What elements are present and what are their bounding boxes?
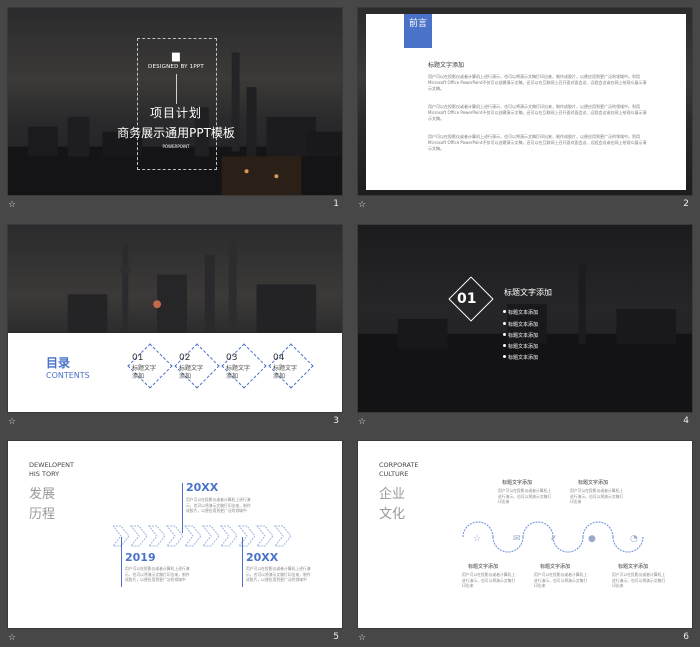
pie-icon: ◔: [630, 534, 638, 544]
content-card: 前言 标题文字添加 用户可以在投影仪或者计算机上进行演示，也可以将演示文稿打印出…: [366, 14, 686, 190]
culture-heading-en: CORPORATE CULTURE: [379, 461, 419, 478]
year-label: 2019: [125, 551, 156, 564]
slide-subtitle: 商务展示通用PPT模板: [117, 126, 235, 140]
slide-thumb-1[interactable]: ▆ DESIGNED BY 1PPT 项目计划 商务展示通用PPT模板 POWE…: [7, 7, 343, 214]
slide-small-caption: POWERPOINT: [162, 144, 190, 149]
star-outline-icon[interactable]: ☆: [358, 417, 366, 427]
culture-heading: 企业 文化: [379, 487, 406, 522]
slide-number: 1: [333, 199, 339, 209]
slide-canvas: DEWELOPENT HIS TORY 发展 历程 20XX 用户可以在投影仪或者计…: [7, 440, 343, 629]
history-heading-en: DEWELOPENT HIS TORY: [29, 461, 75, 478]
contents-band: 目录 CONTENTS 01 标题文字 添加 02 标题文字 添加 03 标题文字添…: [8, 333, 342, 412]
item-label: 标题文字 添加: [273, 365, 298, 380]
designed-by-label: DESIGNED BY 1PPT: [148, 64, 204, 70]
history-heading: 发展 历程: [29, 487, 56, 522]
section-title: 标题文字添加: [504, 288, 552, 297]
culture-text: 用户可以在投影仪或者计算机上进行演示，也可以将演示文稿打印出来: [498, 488, 552, 504]
slide-canvas: ▆ DESIGNED BY 1PPT 项目计划 商务展示通用PPT模板 POWE…: [7, 7, 343, 196]
slide-number: 3: [333, 416, 339, 426]
contents-heading-en: CONTENTS: [46, 371, 90, 380]
bullet-item: 标题文本添加: [502, 310, 539, 316]
mail-icon: ✉: [513, 534, 521, 544]
culture-title: 标题文字添加: [468, 564, 499, 570]
culture-text: 用户可以在投影仪或者计算机上进行演示，也可以将演示文稿打印出来: [570, 488, 624, 504]
culture-title: 标题文字添加: [578, 480, 609, 486]
timeline-arrows: [113, 525, 292, 547]
star-outline-icon[interactable]: ☆: [8, 417, 16, 427]
check-icon: ✓: [550, 534, 558, 544]
year-label: 20XX: [186, 481, 219, 494]
slide-canvas: 01 标题文字添加 标题文本添加 标题文本添加 标题文本添加 标题文本添加 标题…: [357, 224, 693, 413]
item-label: 标题文字 添加: [226, 365, 251, 380]
building-logo-icon: ▆: [172, 51, 180, 62]
year-text: 用户可以在投影仪或者计算机上进行演示，也可以将演示文稿打印出来，制作成胶片，以便…: [125, 566, 190, 582]
culture-text: 用户可以在投影仪或者计算机上进行演示，也可以将演示文稿打印出来: [612, 572, 666, 588]
preface-flag: 前言: [404, 14, 432, 48]
culture-title: 标题文字添加: [618, 564, 649, 570]
bullet-item: 标题文本添加: [502, 355, 539, 361]
slide-number: 6: [683, 632, 689, 642]
slide-thumb-2[interactable]: 前言 标题文字添加 用户可以在投影仪或者计算机上进行演示，也可以将演示文稿打印出…: [357, 7, 693, 214]
slide-number: 5: [333, 632, 339, 642]
item-number: 02: [179, 353, 191, 363]
culture-text: 用户可以在投影仪或者计算机上进行演示，也可以将演示文稿打印出来: [534, 572, 588, 588]
slide-thumb-6[interactable]: CORPORATE CULTURE 企业 文化 ☆ ✉ ✓ ● ◔ 标题文字添加 用…: [357, 440, 693, 647]
star-outline-icon[interactable]: ☆: [358, 633, 366, 643]
star-outline-icon[interactable]: ☆: [8, 633, 16, 643]
item-label: 标题文字 添加: [132, 365, 157, 380]
star-outline-icon[interactable]: ☆: [8, 200, 16, 210]
bullet-item: 标题文本添加: [502, 344, 539, 350]
divider: [176, 74, 177, 104]
play-icon: ●: [588, 534, 596, 544]
star-icon: ☆: [473, 534, 481, 544]
paragraph: 用户可以在投影仪或者计算机上进行演示，也可以将演示文稿打印出来，制作成胶片，以便…: [428, 134, 647, 151]
culture-title: 标题文字添加: [540, 564, 571, 570]
item-label: 标题文字 添加: [179, 365, 204, 380]
paragraph: 用户可以在投影仪或者计算机上进行演示，也可以将演示文稿打印出来，制作成胶片，以便…: [428, 104, 647, 121]
year-text: 用户可以在投影仪或者计算机上进行演示，也可以将演示文稿打印出来，制作成胶片，以便…: [186, 497, 251, 513]
slide-number: 2: [683, 199, 689, 209]
section-heading: 标题文字添加: [428, 62, 465, 69]
culture-chain: ☆ ✉ ✓ ● ◔: [462, 521, 644, 553]
slide-canvas: CORPORATE CULTURE 企业 文化 ☆ ✉ ✓ ● ◔ 标题文字添加 用…: [357, 440, 693, 629]
paragraph: 用户可以在投影仪或者计算机上进行演示，也可以将演示文稿打印出来，制作成胶片，以便…: [428, 74, 647, 91]
slide-canvas: 目录 CONTENTS 01 标题文字 添加 02 标题文字 添加 03 标题文字添…: [7, 224, 343, 413]
item-number: 04: [273, 353, 285, 363]
bullet-item: 标题文本添加: [502, 322, 539, 328]
slide-title: 项目计划: [149, 106, 202, 120]
timeline-tick: [182, 483, 183, 533]
slide-canvas: 前言 标题文字添加 用户可以在投影仪或者计算机上进行演示，也可以将演示文稿打印出…: [357, 7, 693, 196]
timeline-tick: [121, 537, 122, 587]
slide-number: 4: [683, 416, 689, 426]
bullet-item: 标题文本添加: [502, 333, 539, 339]
section-number: 01: [457, 291, 477, 307]
item-number: 03: [226, 353, 238, 363]
city-skyline-photo: [358, 225, 692, 412]
year-label: 20XX: [246, 551, 279, 564]
timeline-tick: [242, 537, 243, 587]
year-text: 用户可以在投影仪或者计算机上进行演示，也可以将演示文稿打印出来，制作成胶片，以便…: [246, 566, 311, 582]
star-outline-icon[interactable]: ☆: [358, 200, 366, 210]
slide-thumb-4[interactable]: 01 标题文字添加 标题文本添加 标题文本添加 标题文本添加 标题文本添加 标题…: [357, 224, 693, 431]
contents-heading: 目录: [46, 356, 71, 370]
culture-text: 用户可以在投影仪或者计算机上进行演示，也可以将演示文稿打印出来: [462, 572, 516, 588]
item-number: 01: [132, 353, 144, 363]
slide-thumb-3[interactable]: 目录 CONTENTS 01 标题文字 添加 02 标题文字 添加 03 标题文字添…: [7, 224, 343, 431]
slide-thumb-5[interactable]: DEWELOPENT HIS TORY 发展 历程 20XX 用户可以在投影仪或者计…: [7, 440, 343, 647]
culture-title: 标题文字添加: [502, 480, 533, 486]
